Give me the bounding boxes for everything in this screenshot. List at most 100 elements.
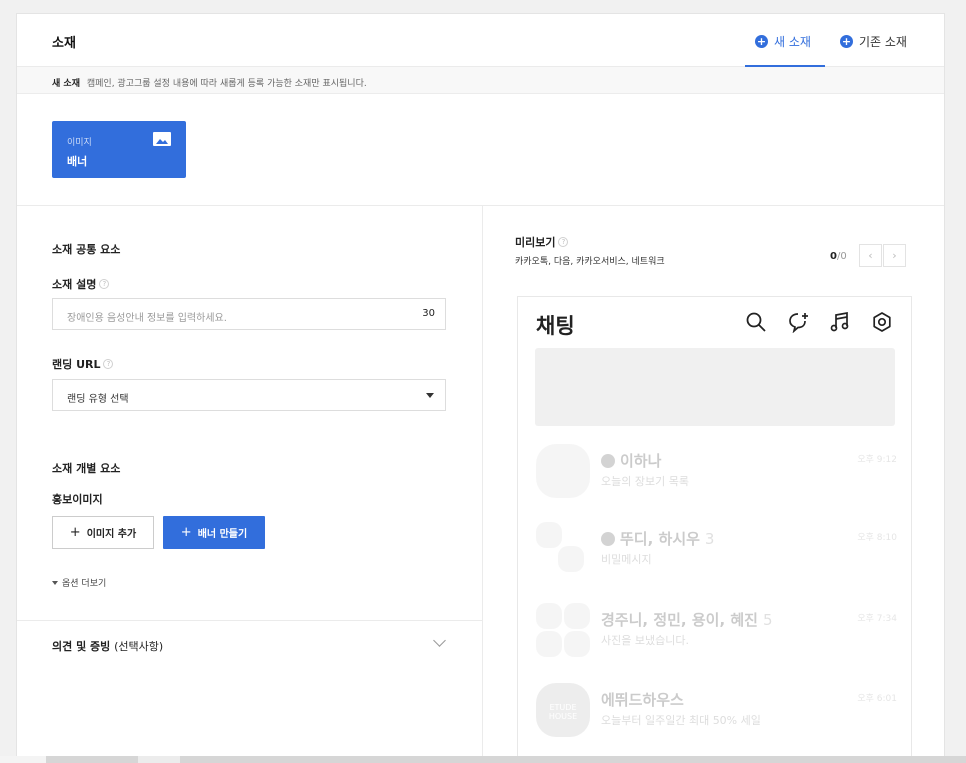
creative-type-card[interactable]: 이미지 배너	[52, 121, 186, 178]
help-icon[interactable]: ?	[558, 237, 569, 247]
preview-pager: 0/0	[830, 251, 847, 262]
description-input[interactable]: 장애인용 음성안내 정보를 입력하세요. 30	[52, 298, 446, 330]
chat-row: 뚜디, 하시우 3 비밀메시지 오후 8:10	[518, 522, 911, 582]
landing-select-value: 랜딩 유형 선택	[67, 394, 129, 405]
pager-current: 0	[830, 251, 837, 262]
new-chat-icon	[789, 313, 808, 333]
chat-time: 오후 6:01	[857, 694, 897, 704]
plus-circle-icon: +	[840, 35, 853, 48]
pager-prev-button[interactable]: ‹	[859, 244, 882, 267]
landing-url-label-text: 랜딩 URL	[52, 358, 101, 371]
music-icon	[830, 311, 849, 332]
caret-down-icon	[52, 580, 58, 585]
more-options-label: 옵션 더보기	[62, 579, 107, 589]
chat-name: 뚜디, 하시우 3	[601, 528, 714, 549]
help-icon[interactable]: ?	[103, 359, 114, 369]
settings-icon	[873, 312, 891, 332]
avatar	[536, 603, 562, 629]
avatar	[558, 546, 584, 572]
opinion-label: 의견 및 증빙	[52, 640, 111, 653]
landing-url-label: 랜딩 URL ?	[52, 356, 114, 372]
horizontal-scrollbar[interactable]	[0, 756, 966, 763]
tab-label: 새 소재	[774, 35, 811, 49]
chevron-left-icon: ‹	[868, 249, 873, 262]
chat-message: 사진을 보냈습니다.	[601, 634, 689, 647]
chat-time: 오후 8:10	[857, 533, 897, 543]
member-count: 3	[704, 529, 715, 548]
search-icon	[746, 312, 766, 332]
common-section-title: 소재 공통 요소	[52, 243, 121, 256]
chat-name-text: 뚜디, 하시우	[620, 530, 700, 548]
avatar	[536, 631, 562, 657]
chat-time: 오후 9:12	[857, 455, 897, 465]
chat-name-text: 에뛰드하우스	[601, 691, 684, 709]
chevron-down-icon[interactable]	[433, 634, 446, 647]
chat-row: 경주니, 정민, 용이, 혜진 5 사진을 보냈습니다. 오후 7:34	[518, 603, 911, 663]
info-bar: 새 소재 캠페인, 광고그룹 설정 내용에 따라 새롭게 등록 가능한 소재만 …	[17, 67, 944, 94]
avatar	[564, 631, 590, 657]
plus-icon: +	[180, 525, 192, 540]
creative-panel: 소재 + 새 소재 + 기존 소재 새 소재 캠페인, 광고그룹 설정 내용에 …	[16, 13, 945, 763]
info-label: 새 소재	[52, 79, 80, 89]
avatar	[536, 522, 562, 548]
section-divider	[17, 620, 482, 621]
pager-total: /0	[836, 251, 847, 262]
image-icon	[153, 132, 171, 146]
individual-section-title: 소재 개별 요소	[52, 462, 121, 475]
chat-time: 오후 7:34	[857, 614, 897, 624]
brand-logo: ETUDE HOUSE	[536, 683, 590, 737]
tab-new-creative[interactable]: + 새 소재	[755, 33, 811, 50]
description-placeholder: 장애인용 음성안내 정보를 입력하세요.	[67, 313, 227, 324]
scrollbar-segment	[138, 756, 180, 763]
description-label-text: 소재 설명	[52, 278, 97, 291]
landing-type-select[interactable]: 랜딩 유형 선택	[52, 379, 446, 411]
info-text: 캠페인, 광고그룹 설정 내용에 따라 새롭게 등록 가능한 소재만 표시됩니다…	[86, 79, 367, 89]
chat-row: 이하나 오늘의 장보기 목록 오후 9:12	[518, 444, 911, 504]
chat-name-text: 이하나	[620, 452, 662, 470]
phone-preview: 채팅 이하나 오늘의 장보기 목록 오후 9:12 뚜디, 하시우 3 비밀메시…	[517, 296, 912, 762]
preview-title: 미리보기 ?	[515, 234, 569, 250]
chat-name: 에뛰드하우스	[601, 689, 684, 710]
add-image-button[interactable]: + 이미지 추가	[52, 516, 154, 549]
caret-down-icon	[426, 393, 434, 398]
chat-name-text: 경주니, 정민, 용이, 혜진	[601, 611, 758, 629]
chevron-right-icon: ›	[892, 249, 897, 262]
creative-type-name: 배너	[67, 155, 88, 168]
more-options-toggle[interactable]: 옵션 더보기	[52, 576, 106, 589]
tab-label: 기존 소재	[859, 35, 907, 49]
plus-circle-icon: +	[755, 35, 768, 48]
creative-type-category: 이미지	[67, 138, 92, 148]
pager-next-button[interactable]: ›	[883, 244, 906, 267]
preview-platforms: 카카오톡, 다음, 카카오서비스, 네트워크	[515, 257, 665, 267]
phone-title: 채팅	[536, 314, 575, 338]
chat-message: 비밀메시지	[601, 553, 652, 566]
help-icon[interactable]: ?	[99, 279, 110, 289]
description-label: 소재 설명 ?	[52, 276, 110, 292]
scrollbar-thumb[interactable]	[0, 756, 46, 763]
phone-ad-banner	[535, 348, 895, 426]
preview-title-text: 미리보기	[515, 236, 556, 249]
panel-header: 소재 + 새 소재 + 기존 소재	[17, 14, 944, 67]
promo-image-label: 홍보이미지	[52, 493, 103, 506]
chat-message: 오늘부터 일주일간 최대 50% 세일	[601, 714, 761, 727]
column-divider	[482, 206, 483, 762]
section-divider	[17, 205, 944, 206]
page-title: 소재	[52, 36, 76, 51]
birthday-icon	[601, 453, 615, 468]
chat-name: 이하나	[601, 450, 661, 471]
make-banner-button[interactable]: + 배너 만들기	[163, 516, 265, 549]
member-count: 5	[762, 610, 773, 629]
make-banner-label: 배너 만들기	[197, 529, 248, 540]
chat-name: 경주니, 정민, 용이, 혜진 5	[601, 609, 773, 630]
char-count: 30	[422, 308, 435, 319]
chat-message: 오늘의 장보기 목록	[601, 475, 689, 488]
opinion-section-header[interactable]: 의견 및 증빙 (선택사항)	[52, 638, 163, 654]
avatar	[564, 603, 590, 629]
avatar	[536, 444, 590, 498]
chat-row: ETUDE HOUSE 에뛰드하우스 오늘부터 일주일간 최대 50% 세일 오…	[518, 683, 911, 743]
tab-existing-creative[interactable]: + 기존 소재	[840, 33, 907, 50]
add-image-label: 이미지 추가	[86, 529, 137, 540]
lock-icon	[601, 531, 615, 546]
plus-icon: +	[69, 525, 81, 540]
opinion-optional: (선택사항)	[114, 640, 164, 653]
